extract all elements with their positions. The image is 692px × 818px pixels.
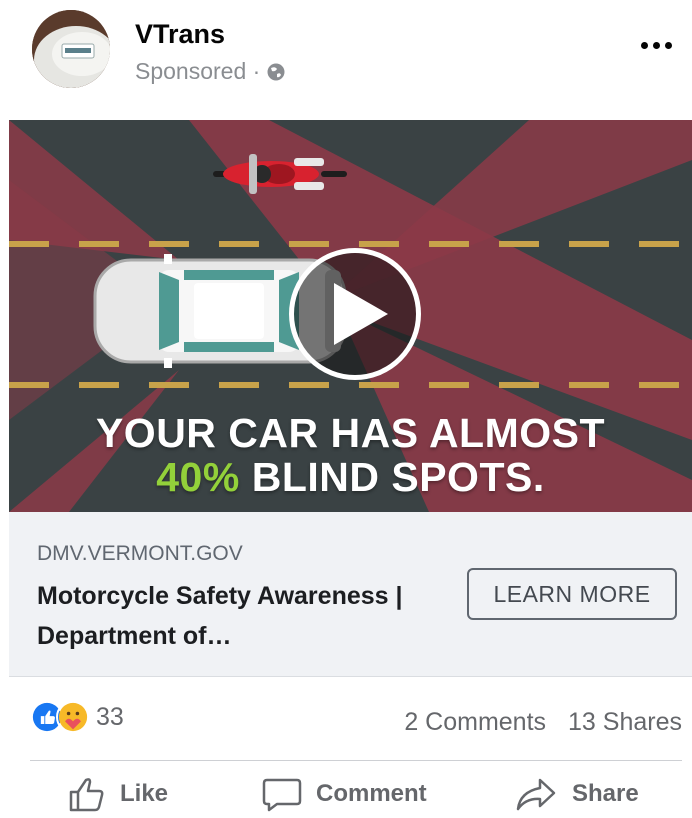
sponsored-text: Sponsored ·	[135, 58, 261, 84]
headline-percent: 40%	[156, 454, 240, 500]
learn-more-button[interactable]: LEARN MORE	[467, 568, 677, 620]
page-avatar[interactable]	[32, 10, 110, 88]
headline-rest: BLIND SPOTS.	[239, 454, 545, 500]
share-label: Share	[572, 780, 639, 807]
action-bar: Like Comment Share	[0, 770, 692, 818]
engagement-stats: 2 Comments 13 Shares	[404, 708, 682, 737]
headline-line-1: YOUR CAR HAS ALMOST	[95, 410, 606, 456]
link-preview[interactable]: DMV.VERMONT.GOV Motorcycle Safety Awaren…	[9, 512, 692, 677]
post-header: VTrans Sponsored ·	[0, 0, 692, 120]
divider	[30, 760, 682, 761]
comments-count[interactable]: 2 Comments	[404, 708, 546, 737]
globe-icon	[267, 63, 285, 80]
share-button[interactable]: Share	[516, 770, 639, 818]
sponsored-label: Sponsored ·	[135, 58, 286, 85]
share-icon	[516, 778, 556, 811]
link-domain: DMV.VERMONT.GOV	[37, 542, 243, 565]
page-name[interactable]: VTrans	[135, 19, 225, 50]
shares-count[interactable]: 13 Shares	[568, 708, 682, 737]
care-reaction-icon	[56, 700, 90, 734]
reaction-summary[interactable]: 33	[30, 700, 124, 734]
more-options-icon[interactable]	[634, 30, 678, 60]
comment-icon	[262, 778, 302, 812]
play-button[interactable]	[289, 248, 421, 380]
comment-label: Comment	[316, 780, 427, 807]
video-thumbnail[interactable]: YOUR CAR HAS ALMOST 40% BLIND SPOTS.	[9, 120, 692, 512]
like-label: Like	[120, 780, 169, 807]
reaction-count: 33	[96, 702, 124, 731]
like-button[interactable]: Like	[68, 770, 168, 818]
like-icon	[69, 778, 104, 812]
play-icon	[334, 283, 388, 345]
headline-line-2: 40% BLIND SPOTS.	[9, 454, 692, 501]
comment-button[interactable]: Comment	[262, 770, 427, 818]
link-title[interactable]: Motorcycle Safety Awareness | Department…	[37, 576, 447, 656]
